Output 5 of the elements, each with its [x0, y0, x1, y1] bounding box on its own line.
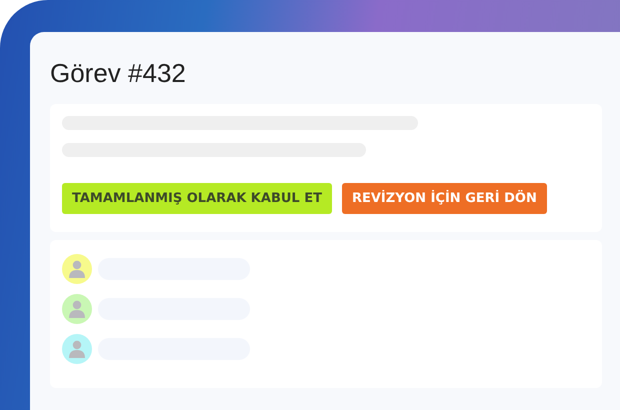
person-icon — [69, 340, 85, 358]
person-icon — [69, 300, 85, 318]
accept-button[interactable]: TAMAMLANMIŞ OLARAK KABUL ET — [62, 183, 332, 214]
task-title: Görev #432 — [50, 57, 187, 90]
person-icon — [69, 260, 85, 278]
